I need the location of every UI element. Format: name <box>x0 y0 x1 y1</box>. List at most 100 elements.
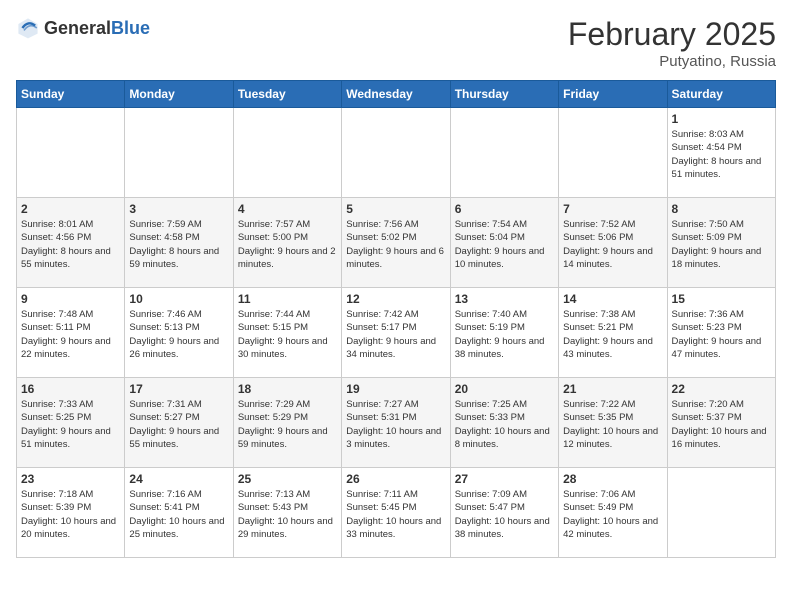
day-info: Sunrise: 8:03 AMSunset: 4:54 PMDaylight:… <box>672 128 771 181</box>
day-number: 17 <box>129 382 228 396</box>
day-info: Sunrise: 7:22 AMSunset: 5:35 PMDaylight:… <box>563 398 662 451</box>
day-info: Sunrise: 7:54 AMSunset: 5:04 PMDaylight:… <box>455 218 554 271</box>
logo-general: General <box>44 18 111 38</box>
calendar-cell: 13 Sunrise: 7:40 AMSunset: 5:19 PMDayligh… <box>450 288 558 378</box>
calendar-cell: 24 Sunrise: 7:16 AMSunset: 5:41 PMDayligh… <box>125 468 233 558</box>
day-number: 13 <box>455 292 554 306</box>
day-number: 23 <box>21 472 120 486</box>
day-info: Sunrise: 7:56 AMSunset: 5:02 PMDaylight:… <box>346 218 445 271</box>
day-info: Sunrise: 7:31 AMSunset: 5:27 PMDaylight:… <box>129 398 228 451</box>
week-row-1: 1 Sunrise: 8:03 AMSunset: 4:54 PMDaylight… <box>17 108 776 198</box>
calendar-cell: 19 Sunrise: 7:27 AMSunset: 5:31 PMDayligh… <box>342 378 450 468</box>
day-number: 20 <box>455 382 554 396</box>
day-number: 14 <box>563 292 662 306</box>
calendar-cell <box>17 108 125 198</box>
logo-blue: Blue <box>111 18 150 38</box>
day-number: 10 <box>129 292 228 306</box>
calendar-subtitle: Putyatino, Russia <box>568 53 776 70</box>
day-number: 7 <box>563 202 662 216</box>
calendar-cell <box>233 108 341 198</box>
day-number: 19 <box>346 382 445 396</box>
calendar-cell: 10 Sunrise: 7:46 AMSunset: 5:13 PMDayligh… <box>125 288 233 378</box>
calendar-cell: 27Sunrise: 7:09 AMSunset: 5:47 PMDayligh… <box>450 468 558 558</box>
day-number: 16 <box>21 382 120 396</box>
header-day-tuesday: Tuesday <box>233 81 341 108</box>
day-info: Sunrise: 7:57 AMSunset: 5:00 PMDaylight:… <box>238 218 337 271</box>
day-info: Sunrise: 7:50 AMSunset: 5:09 PMDaylight:… <box>672 218 771 271</box>
calendar-cell: 11 Sunrise: 7:44 AMSunset: 5:15 PMDayligh… <box>233 288 341 378</box>
day-number: 5 <box>346 202 445 216</box>
day-info: Sunrise: 7:20 AMSunset: 5:37 PMDaylight:… <box>672 398 771 451</box>
calendar-cell: 9 Sunrise: 7:48 AMSunset: 5:11 PMDaylight… <box>17 288 125 378</box>
calendar-table: SundayMondayTuesdayWednesdayThursdayFrid… <box>16 80 776 558</box>
day-info: Sunrise: 7:18 AMSunset: 5:39 PMDaylight:… <box>21 488 120 541</box>
day-number: 6 <box>455 202 554 216</box>
calendar-cell: 8 Sunrise: 7:50 AMSunset: 5:09 PMDaylight… <box>667 198 775 288</box>
header-day-thursday: Thursday <box>450 81 558 108</box>
day-info: Sunrise: 7:27 AMSunset: 5:31 PMDaylight:… <box>346 398 445 451</box>
day-number: 4 <box>238 202 337 216</box>
week-row-5: 23 Sunrise: 7:18 AMSunset: 5:39 PMDayligh… <box>17 468 776 558</box>
calendar-cell: 17 Sunrise: 7:31 AMSunset: 5:27 PMDayligh… <box>125 378 233 468</box>
calendar-cell: 5 Sunrise: 7:56 AMSunset: 5:02 PMDaylight… <box>342 198 450 288</box>
day-number: 12 <box>346 292 445 306</box>
logo-icon <box>16 16 40 40</box>
calendar-cell: 2 Sunrise: 8:01 AMSunset: 4:56 PMDaylight… <box>17 198 125 288</box>
day-info: Sunrise: 7:42 AMSunset: 5:17 PMDaylight:… <box>346 308 445 361</box>
header-day-friday: Friday <box>559 81 667 108</box>
day-number: 28 <box>563 472 662 486</box>
calendar-cell <box>450 108 558 198</box>
calendar-header: SundayMondayTuesdayWednesdayThursdayFrid… <box>17 81 776 108</box>
logo: GeneralBlue <box>16 16 150 40</box>
day-number: 1 <box>672 112 771 126</box>
day-number: 9 <box>21 292 120 306</box>
day-info: Sunrise: 7:13 AMSunset: 5:43 PMDaylight:… <box>238 488 337 541</box>
calendar-cell: 4 Sunrise: 7:57 AMSunset: 5:00 PMDaylight… <box>233 198 341 288</box>
header-day-saturday: Saturday <box>667 81 775 108</box>
calendar-cell: 22 Sunrise: 7:20 AMSunset: 5:37 PMDayligh… <box>667 378 775 468</box>
header-row: SundayMondayTuesdayWednesdayThursdayFrid… <box>17 81 776 108</box>
day-info: Sunrise: 7:44 AMSunset: 5:15 PMDaylight:… <box>238 308 337 361</box>
header-day-sunday: Sunday <box>17 81 125 108</box>
page-header: GeneralBlue February 2025 Putyatino, Rus… <box>16 16 776 70</box>
day-number: 25 <box>238 472 337 486</box>
day-info: Sunrise: 7:16 AMSunset: 5:41 PMDaylight:… <box>129 488 228 541</box>
day-info: Sunrise: 7:11 AMSunset: 5:45 PMDaylight:… <box>346 488 445 541</box>
calendar-cell <box>125 108 233 198</box>
calendar-cell: 28 Sunrise: 7:06 AMSunset: 5:49 PMDayligh… <box>559 468 667 558</box>
day-number: 11 <box>238 292 337 306</box>
day-number: 8 <box>672 202 771 216</box>
day-info: Sunrise: 7:46 AMSunset: 5:13 PMDaylight:… <box>129 308 228 361</box>
day-number: 15 <box>672 292 771 306</box>
week-row-3: 9 Sunrise: 7:48 AMSunset: 5:11 PMDaylight… <box>17 288 776 378</box>
day-info: Sunrise: 7:59 AMSunset: 4:58 PMDaylight:… <box>129 218 228 271</box>
calendar-cell: 21Sunrise: 7:22 AMSunset: 5:35 PMDayligh… <box>559 378 667 468</box>
calendar-cell: 25 Sunrise: 7:13 AMSunset: 5:43 PMDayligh… <box>233 468 341 558</box>
calendar-cell: 18Sunrise: 7:29 AMSunset: 5:29 PMDayligh… <box>233 378 341 468</box>
calendar-cell: 3Sunrise: 7:59 AMSunset: 4:58 PMDaylight… <box>125 198 233 288</box>
day-number: 2 <box>21 202 120 216</box>
calendar-cell: 7Sunrise: 7:52 AMSunset: 5:06 PMDaylight… <box>559 198 667 288</box>
day-info: Sunrise: 7:25 AMSunset: 5:33 PMDaylight:… <box>455 398 554 451</box>
calendar-cell: 1 Sunrise: 8:03 AMSunset: 4:54 PMDaylight… <box>667 108 775 198</box>
calendar-cell: 26 Sunrise: 7:11 AMSunset: 5:45 PMDayligh… <box>342 468 450 558</box>
day-info: Sunrise: 7:38 AMSunset: 5:21 PMDaylight:… <box>563 308 662 361</box>
day-number: 26 <box>346 472 445 486</box>
logo-text: GeneralBlue <box>44 18 150 39</box>
day-number: 24 <box>129 472 228 486</box>
week-row-2: 2 Sunrise: 8:01 AMSunset: 4:56 PMDaylight… <box>17 198 776 288</box>
calendar-cell <box>342 108 450 198</box>
calendar-cell: 6 Sunrise: 7:54 AMSunset: 5:04 PMDaylight… <box>450 198 558 288</box>
calendar-cell: 14 Sunrise: 7:38 AMSunset: 5:21 PMDayligh… <box>559 288 667 378</box>
header-day-monday: Monday <box>125 81 233 108</box>
week-row-4: 16Sunrise: 7:33 AMSunset: 5:25 PMDayligh… <box>17 378 776 468</box>
day-number: 18 <box>238 382 337 396</box>
day-info: Sunrise: 7:06 AMSunset: 5:49 PMDaylight:… <box>563 488 662 541</box>
day-info: Sunrise: 7:40 AMSunset: 5:19 PMDaylight:… <box>455 308 554 361</box>
day-info: Sunrise: 8:01 AMSunset: 4:56 PMDaylight:… <box>21 218 120 271</box>
calendar-title: February 2025 <box>568 16 776 53</box>
day-number: 22 <box>672 382 771 396</box>
calendar-body: 1 Sunrise: 8:03 AMSunset: 4:54 PMDaylight… <box>17 108 776 558</box>
day-info: Sunrise: 7:48 AMSunset: 5:11 PMDaylight:… <box>21 308 120 361</box>
day-info: Sunrise: 7:36 AMSunset: 5:23 PMDaylight:… <box>672 308 771 361</box>
